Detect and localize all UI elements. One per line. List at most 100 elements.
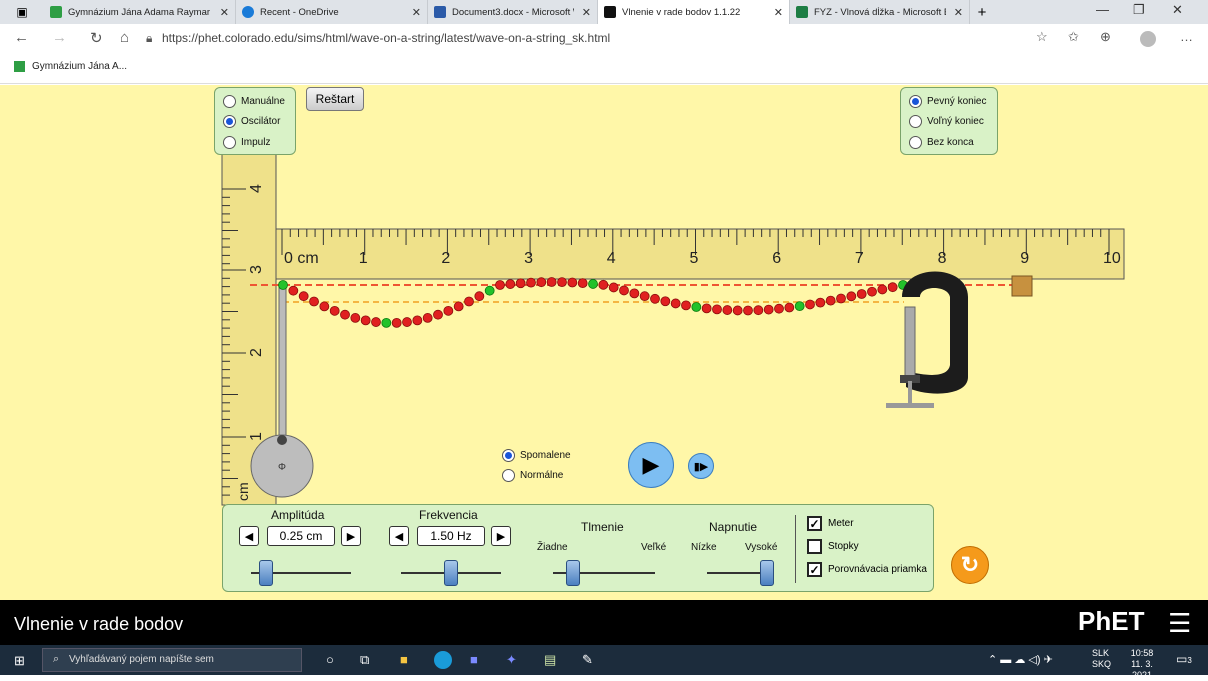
profile-avatar[interactable] bbox=[1140, 31, 1156, 47]
frequency-increase-button[interactable]: ▶ bbox=[491, 526, 511, 546]
string-bead bbox=[825, 295, 836, 306]
notification-icon[interactable]: ▭3 bbox=[1176, 652, 1192, 666]
app-icon[interactable]: ✦ bbox=[506, 652, 517, 668]
tab-excel[interactable]: FYZ - Vlnová dĺžka - Microsoft E ✕ bbox=[790, 0, 970, 24]
teams-icon[interactable]: ■ bbox=[470, 652, 478, 667]
taskbar-search[interactable]: ⌕ Vyhľadávaný pojem napíšte sem bbox=[42, 648, 302, 672]
damping-slider-thumb[interactable] bbox=[566, 560, 581, 586]
tension-label: Napnutie bbox=[709, 520, 758, 534]
meter-checkbox[interactable]: ✓ Meter bbox=[807, 516, 854, 531]
frequency-value: 1.50 Hz bbox=[417, 526, 485, 546]
collections-icon[interactable]: ⊕ bbox=[1100, 29, 1111, 45]
speed-normal-radio[interactable]: Normálne bbox=[502, 469, 563, 482]
close-icon[interactable]: ✕ bbox=[220, 6, 229, 19]
close-icon[interactable]: ✕ bbox=[582, 6, 591, 19]
string-bead bbox=[763, 304, 774, 315]
tab-actions-icon[interactable]: ▣ bbox=[0, 0, 44, 24]
string-bead bbox=[422, 313, 433, 323]
close-window-icon[interactable]: ✕ bbox=[1172, 2, 1183, 18]
paint-icon[interactable]: ✎ bbox=[582, 652, 593, 668]
mode-manual-radio[interactable]: Manuálne bbox=[223, 95, 285, 108]
string-bead bbox=[577, 278, 588, 289]
wheel-pin bbox=[277, 435, 287, 445]
restore-icon[interactable]: ❐ bbox=[1133, 2, 1145, 18]
speed-slow-radio[interactable]: Spomalene bbox=[502, 449, 571, 462]
string-bead bbox=[474, 291, 485, 302]
string-bead bbox=[567, 277, 578, 288]
frequency-slider-thumb[interactable] bbox=[444, 560, 458, 586]
mode-pulse-radio[interactable]: Impulz bbox=[223, 136, 270, 149]
stopwatch-checkbox[interactable]: Stopky bbox=[807, 539, 859, 554]
tab-gymnazium[interactable]: Gymnázium Jána Adama Raymar ✕ bbox=[44, 0, 236, 24]
ruler-tick-label: 7 bbox=[855, 250, 864, 267]
task-view-icon[interactable]: ⧉ bbox=[360, 652, 369, 668]
horizontal-ruler[interactable] bbox=[275, 228, 1125, 280]
close-icon[interactable]: ✕ bbox=[954, 6, 963, 19]
string-bead bbox=[526, 277, 536, 288]
amplitude-decrease-button[interactable]: ◀ bbox=[239, 526, 259, 546]
ruler-knob[interactable] bbox=[1011, 275, 1033, 297]
wheel-symbol: Φ bbox=[278, 462, 286, 473]
reference-line-checkbox[interactable]: ✓ Porovnávacia priamka bbox=[807, 562, 927, 577]
frequency-decrease-button[interactable]: ◀ bbox=[389, 526, 409, 546]
string-bead bbox=[846, 291, 857, 302]
cortana-icon[interactable]: ○ bbox=[326, 652, 334, 667]
edge-icon[interactable] bbox=[434, 651, 452, 669]
string-bead bbox=[360, 315, 371, 326]
play-icon: ▶ bbox=[642, 452, 660, 477]
tab-onedrive[interactable]: Recent - OneDrive ✕ bbox=[236, 0, 428, 24]
windows-start-icon[interactable]: ⊞ bbox=[14, 653, 25, 669]
string-bead bbox=[433, 309, 443, 320]
string-bead bbox=[329, 305, 340, 316]
tray-icons[interactable]: ⌃ ▬ ☁ ◁) ✈ bbox=[988, 653, 1053, 666]
more-icon[interactable]: … bbox=[1180, 29, 1193, 44]
ruler-tick-label: 6 bbox=[772, 250, 781, 267]
phet-logo[interactable]: PhET bbox=[1078, 606, 1144, 637]
string-bead bbox=[732, 305, 743, 316]
favorites-icon[interactable]: ✩ bbox=[1068, 29, 1079, 45]
tension-slider-thumb[interactable] bbox=[760, 560, 774, 586]
string-bead bbox=[484, 285, 495, 296]
file-explorer-icon[interactable]: ■ bbox=[400, 652, 408, 667]
menu-icon[interactable]: ☰ bbox=[1168, 608, 1191, 639]
favorite-star-icon[interactable]: ☆ bbox=[1036, 29, 1048, 45]
tab-vlnenie[interactable]: Vlnenie v rade bodov 1.1.22 ✕ bbox=[598, 0, 790, 24]
string-bead bbox=[464, 296, 474, 307]
search-icon: ⌕ bbox=[53, 653, 60, 665]
string-bead bbox=[877, 284, 888, 295]
url-field[interactable]: https://phet.colorado.edu/sims/html/wave… bbox=[162, 31, 610, 45]
home-icon[interactable]: ⌂ bbox=[120, 29, 129, 46]
bookmark-item[interactable]: Gymnázium Jána A... bbox=[32, 61, 127, 72]
string-bead bbox=[412, 315, 423, 326]
new-tab-icon[interactable]: + bbox=[970, 4, 994, 21]
clock[interactable]: 10:58 11. 3. 2021 bbox=[1120, 648, 1164, 681]
step-button[interactable]: ▮▶ bbox=[688, 453, 714, 479]
phet-navbar: Vlnenie v rade bodov PhET ☰ bbox=[0, 600, 1208, 645]
back-icon[interactable]: ← bbox=[14, 29, 29, 46]
string-bead bbox=[722, 305, 733, 315]
restart-button[interactable]: Reštart bbox=[306, 87, 364, 111]
minimize-icon[interactable]: — bbox=[1096, 2, 1109, 17]
tab-document[interactable]: Document3.docx - Microsoft Wo ✕ bbox=[428, 0, 598, 24]
mode-oscillator-radio[interactable]: Oscilátor bbox=[223, 115, 280, 128]
app2-icon[interactable]: ▤ bbox=[544, 652, 556, 668]
amplitude-increase-button[interactable]: ▶ bbox=[341, 526, 361, 546]
string-bead bbox=[660, 296, 671, 307]
end-none-radio[interactable]: Bez konca bbox=[909, 136, 974, 149]
ruler-tick-label: 9 bbox=[1020, 250, 1029, 267]
tension-max-label: Vysoké bbox=[745, 542, 778, 553]
damping-min-label: Žiadne bbox=[537, 542, 568, 553]
phet-icon bbox=[604, 6, 616, 18]
language-indicator[interactable]: SLK SKQ bbox=[1092, 648, 1111, 670]
forward-icon[interactable]: → bbox=[52, 29, 67, 46]
amplitude-slider-thumb[interactable] bbox=[259, 560, 273, 586]
close-icon[interactable]: ✕ bbox=[412, 6, 421, 19]
reset-all-button[interactable]: ↻ bbox=[951, 546, 989, 584]
play-button[interactable]: ▶ bbox=[628, 442, 674, 488]
end-loose-radio[interactable]: Voľný koniec bbox=[909, 115, 984, 128]
close-icon[interactable]: ✕ bbox=[774, 6, 783, 19]
end-fixed-radio[interactable]: Pevný koniec bbox=[909, 95, 986, 108]
refresh-icon[interactable]: ↻ bbox=[90, 29, 103, 47]
tension-slider[interactable] bbox=[707, 572, 767, 574]
string-bead bbox=[743, 305, 753, 316]
